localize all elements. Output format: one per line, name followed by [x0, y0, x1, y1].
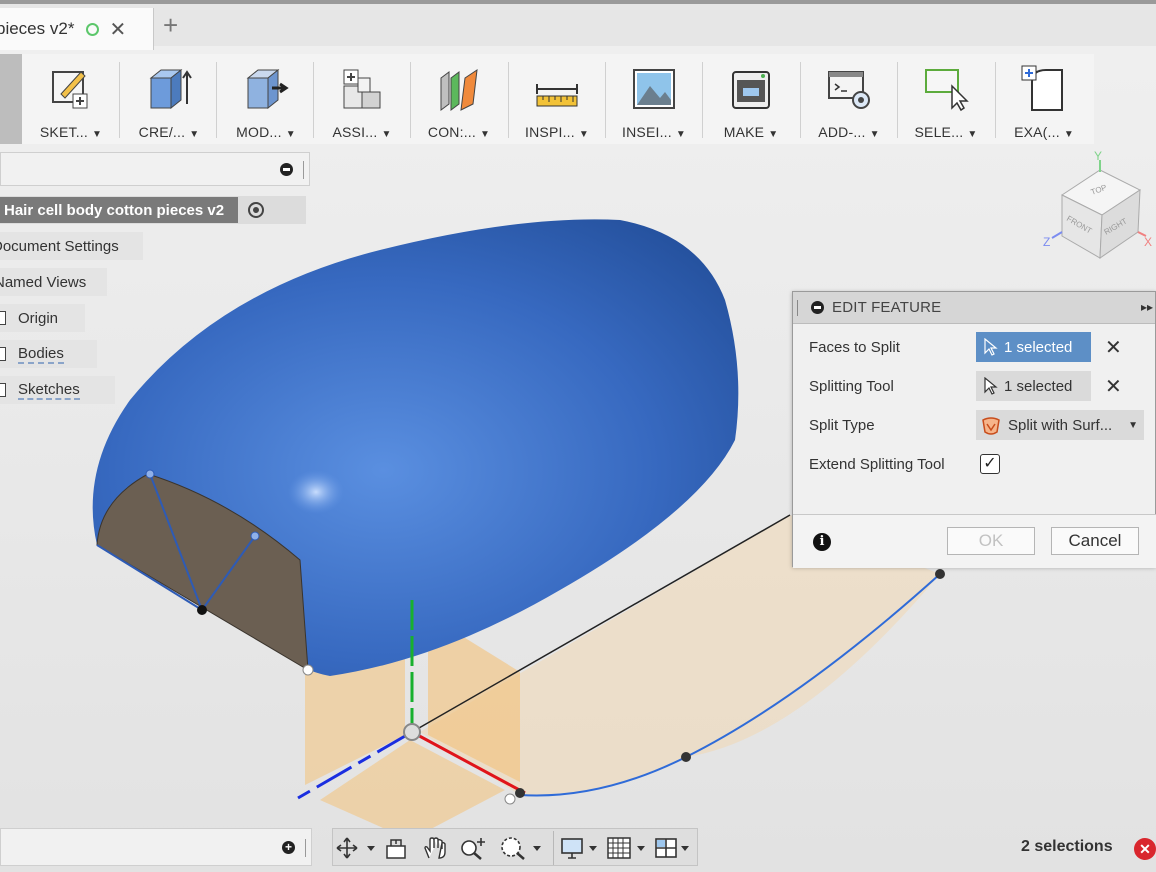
dialog-collapse-icon[interactable] [811, 301, 824, 314]
toolbar-select-button[interactable]: SELE... ▼ [897, 54, 995, 144]
look-at-icon[interactable] [383, 836, 411, 860]
extend-splitting-tool-label: Extend Splitting Tool [809, 455, 945, 473]
sketches-visibility-checkbox[interactable] [0, 383, 6, 397]
make-icon [732, 71, 770, 109]
chevron-down-icon: ▼ [1128, 419, 1138, 431]
dialog-grip-icon[interactable] [797, 299, 799, 316]
row-splitting-tool: Splitting Tool 1 selected ✕ [793, 371, 1156, 401]
split-type-label: Split Type [809, 416, 875, 434]
toolbar-sketch-button[interactable]: SKET... ▼ [22, 54, 120, 144]
toolbar-construct-label: CON:... ▼ [427, 124, 491, 140]
clear-faces-button[interactable]: ✕ [1105, 335, 1122, 360]
construct-icon [440, 68, 478, 111]
axis-y-label: Y [1094, 149, 1102, 163]
toolbar-assemble-button[interactable]: ASSI... ▼ [313, 54, 411, 144]
edit-feature-dialog: EDIT FEATURE ▸▸ Faces to Split 1 selecte… [792, 291, 1156, 568]
assemble-icon [343, 69, 381, 109]
ok-button[interactable]: OK [947, 527, 1035, 555]
sketch-icon [52, 71, 88, 109]
origin-visibility-checkbox[interactable] [0, 311, 6, 325]
fit-zoom-window-icon[interactable] [497, 836, 547, 860]
cursor-arrow-icon [984, 377, 998, 395]
browser-item-sketches[interactable]: Sketches [0, 376, 115, 404]
activate-radio-icon[interactable] [248, 202, 265, 218]
dialog-header[interactable]: EDIT FEATURE ▸▸ [793, 292, 1155, 324]
grid-settings-icon[interactable] [605, 836, 651, 860]
row-split-type: Split Type Split with Surf... ▼ [793, 410, 1156, 440]
clear-splitting-tool-button[interactable]: ✕ [1105, 374, 1122, 399]
info-icon[interactable]: i [813, 533, 831, 551]
navigation-bar [332, 828, 698, 866]
split-with-surface-icon [982, 417, 1000, 435]
split-type-dropdown[interactable]: Split with Surf... ▼ [976, 410, 1144, 440]
clear-selection-icon[interactable]: ✕ [1134, 838, 1156, 860]
splitting-tool-label: Splitting Tool [809, 377, 894, 395]
toolbar-exact-label: EXA(... ▼ [1014, 124, 1074, 140]
browser-grip-icon[interactable] [303, 161, 305, 179]
toolbar-assemble-label: ASSI... ▼ [332, 124, 392, 140]
axis-x-label: X [1144, 235, 1152, 249]
faces-to-split-label: Faces to Split [809, 338, 900, 356]
extend-splitting-tool-checkbox[interactable]: ✓ [980, 454, 1000, 474]
toolbar-exact-button[interactable]: EXA(... ▼ [995, 54, 1093, 144]
toolbar-workspace-stub[interactable] [0, 54, 22, 144]
select-icon [925, 69, 969, 112]
row-extend-splitting-tool: Extend Splitting Tool ✓ [793, 449, 1156, 479]
expand-comments-icon[interactable]: + [282, 841, 295, 854]
viewports-icon[interactable] [653, 836, 695, 860]
zoom-icon[interactable] [459, 836, 489, 860]
toolbar-insert-label: INSEI... ▼ [622, 124, 686, 140]
bodies-visibility-checkbox[interactable] [0, 347, 6, 361]
browser-item-origin[interactable]: Origin [0, 304, 85, 332]
fusion-app-window: pieces v2* ✕ + TOP FRONT RIGHT Y Z X SKE… [0, 0, 1156, 872]
browser-panel-header [0, 152, 310, 186]
row-faces-to-split: Faces to Split 1 selected ✕ [793, 332, 1156, 362]
dialog-title: EDIT FEATURE [832, 299, 942, 316]
insert-icon [633, 69, 675, 109]
browser-item-bodies[interactable]: Bodies [0, 340, 97, 368]
toolbar-make-label: MAKE ▼ [723, 124, 779, 140]
browser-item-named-views[interactable]: Named Views [0, 268, 107, 296]
browser-root-label: Hair cell body cotton pieces v2 [0, 197, 239, 223]
faces-to-split-selector[interactable]: 1 selected [976, 332, 1091, 362]
toolbar-modify-button[interactable]: MOD... ▼ [217, 54, 315, 144]
add-ins-icon [828, 71, 870, 109]
toolbar-add-ins-button[interactable]: ADD-... ▼ [800, 54, 898, 144]
inspect-icon [536, 84, 578, 107]
axis-z-label: Z [1043, 235, 1050, 249]
pan-hand-icon[interactable] [421, 836, 449, 860]
modify-icon [246, 68, 289, 110]
toolbar-add-ins-label: ADD-... ▼ [818, 124, 880, 140]
toolbar-create-label: CRE/... ▼ [138, 124, 200, 140]
toolbar-construct-button[interactable]: CON:... ▼ [410, 54, 508, 144]
splitting-tool-selector[interactable]: 1 selected [976, 371, 1091, 401]
main-toolbar: SKET... ▼ CRE/... ▼ MOD... ▼ ASSI... ▼ CON:.… [0, 54, 1094, 144]
cancel-button[interactable]: Cancel [1051, 527, 1139, 555]
browser-item-document-settings[interactable]: Document Settings [0, 232, 143, 260]
toolbar-inspect-button[interactable]: INSPI... ▼ [508, 54, 606, 144]
toolbar-sketch-label: SKET... ▼ [39, 124, 103, 140]
display-settings-icon[interactable] [559, 836, 603, 860]
view-cube[interactable]: TOP FRONT RIGHT Y Z X [1043, 149, 1152, 259]
comments-grip-icon[interactable] [305, 839, 307, 857]
browser-collapse-icon[interactable] [280, 163, 293, 176]
dialog-footer: i OK Cancel [793, 514, 1156, 568]
toolbar-make-button[interactable]: MAKE ▼ [702, 54, 800, 144]
comments-panel-header: + [0, 828, 312, 866]
exact-icon [1021, 65, 1063, 111]
toolbar-select-label: SELE... ▼ [914, 124, 978, 140]
toolbar-inspect-label: INSPI... ▼ [525, 124, 589, 140]
toolbar-create-button[interactable]: CRE/... ▼ [120, 54, 218, 144]
browser-root-node[interactable]: Hair cell body cotton pieces v2 [0, 196, 306, 224]
selection-count: 2 selections [1021, 838, 1113, 855]
toolbar-modify-label: MOD... ▼ [236, 124, 296, 140]
toolbar-insert-button[interactable]: INSEI... ▼ [605, 54, 703, 144]
create-icon [149, 68, 192, 110]
cursor-arrow-icon [984, 338, 998, 356]
dialog-expand-icon[interactable]: ▸▸ [1141, 300, 1153, 314]
orbit-icon[interactable] [335, 836, 381, 860]
